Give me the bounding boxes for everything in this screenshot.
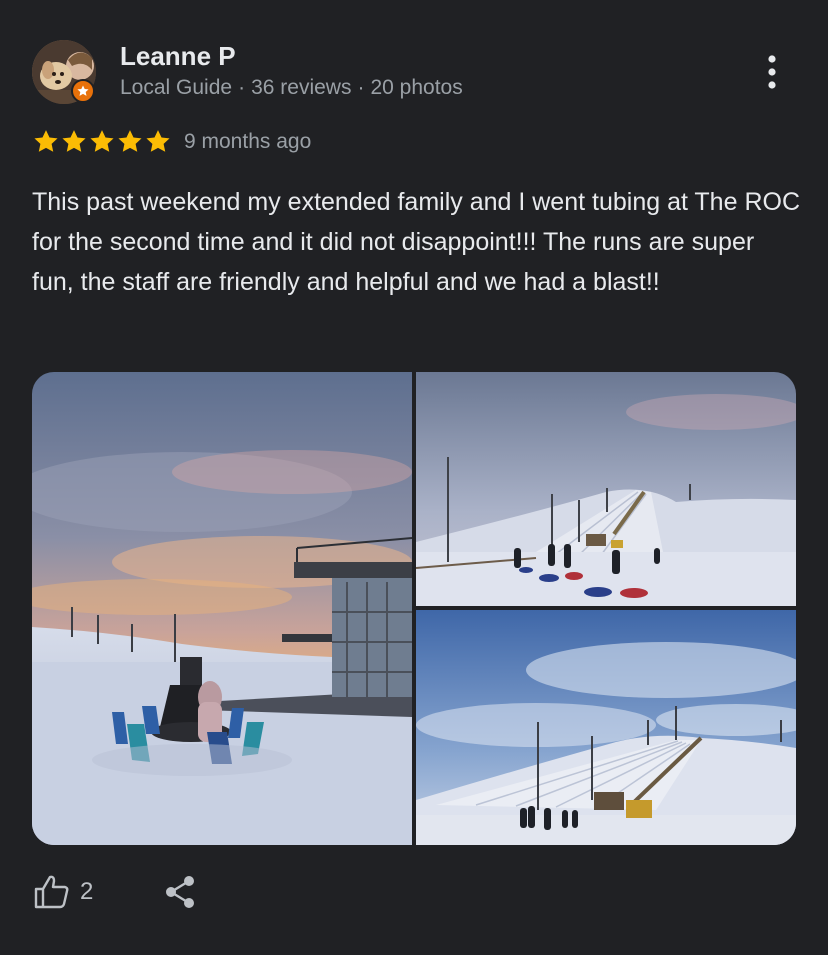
like-button[interactable]: 2: [32, 870, 93, 914]
local-guide-star-icon: [77, 85, 89, 96]
meta-separator: ·: [238, 76, 246, 99]
share-icon: [166, 876, 194, 908]
thumb-up-icon: [34, 875, 69, 909]
meta-separator: ·: [357, 76, 365, 99]
star-icon: [34, 130, 58, 152]
share-button[interactable]: [160, 872, 200, 912]
photo-image: [32, 372, 412, 845]
photo-image: [416, 610, 796, 845]
star-icon: [62, 130, 86, 152]
photo-count: 20 photos: [370, 76, 463, 99]
review-text: This past weekend my extended family and…: [32, 188, 800, 296]
review-photo-sunset-firepit[interactable]: [32, 372, 412, 845]
review-photo-hill-blue-sky[interactable]: [416, 610, 796, 845]
review-photos: [32, 372, 796, 845]
reviewer-meta: Local Guide · 36 reviews · 20 photos: [120, 74, 463, 102]
review-photo-tubing-hill[interactable]: [416, 372, 796, 606]
star-icon: [118, 130, 142, 152]
more-options-button[interactable]: [752, 52, 792, 92]
like-count: 2: [80, 878, 94, 905]
local-guide-label: Local Guide: [120, 76, 233, 99]
star-icon: [146, 130, 170, 152]
photo-image: [416, 372, 796, 606]
star-icon: [90, 130, 114, 152]
review-card: Leanne P Local Guide · 36 reviews · 20 photo…: [0, 0, 828, 955]
more-vert-icon: [768, 55, 776, 89]
reviewer-name[interactable]: Leanne P: [120, 40, 236, 72]
review-count: 36 reviews: [251, 76, 352, 99]
star-rating: [32, 128, 172, 156]
review-date: 9 months ago: [184, 130, 312, 153]
local-guide-badge: [71, 79, 95, 103]
